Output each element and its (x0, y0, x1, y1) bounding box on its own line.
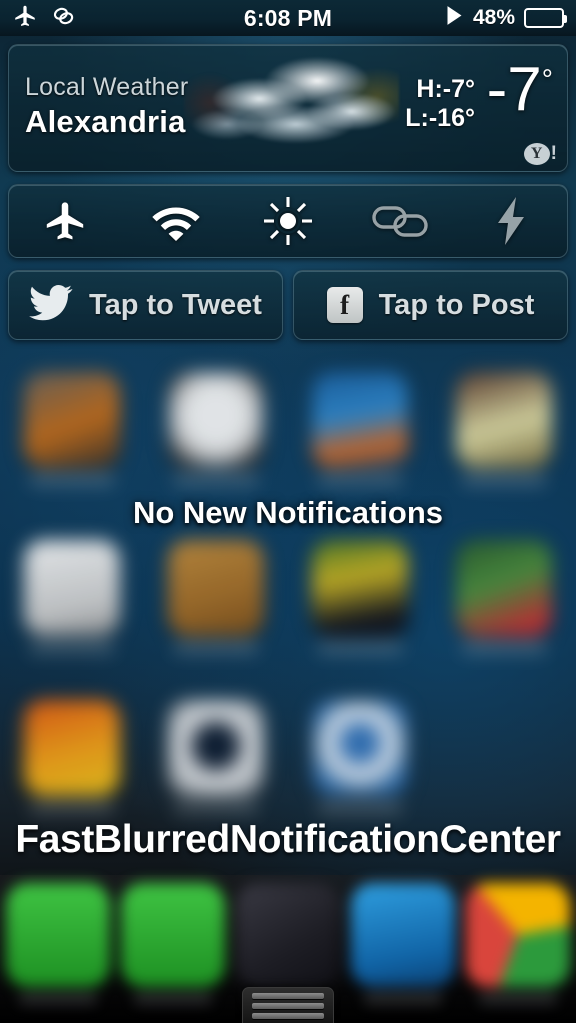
no-notifications-message: No New Notifications (132, 495, 443, 530)
yahoo-mark: Y (523, 143, 550, 165)
wifi-toggle[interactable] (121, 185, 233, 257)
airplane-icon (42, 198, 88, 244)
yahoo-logo: Y ! (523, 143, 557, 165)
tap-to-post-label: Tap to Post (378, 288, 535, 321)
dock-icons (0, 883, 576, 1004)
notification-center-screen: 6:08 PM 48% Local Weather Alexandria H:-… (0, 0, 576, 1023)
blurred-app-row-2 (0, 540, 576, 653)
weather-current-temperature: -7° (487, 59, 553, 121)
airplane-mode-toggle[interactable] (9, 185, 121, 257)
blurred-app-row-1 (0, 372, 576, 485)
yahoo-exclamation: ! (550, 143, 557, 164)
blurred-app-row-3 (0, 700, 576, 813)
link-toggle[interactable] (344, 185, 456, 257)
tap-to-tweet-button[interactable]: Tap to Tweet (8, 270, 283, 340)
status-bar-left (12, 3, 78, 34)
tap-to-post-button[interactable]: f Tap to Post (293, 270, 568, 340)
grabber-grip-line (252, 1013, 324, 1019)
tweak-title: FastBlurredNotificationCenter (15, 818, 561, 861)
link-icon (50, 4, 78, 33)
quick-toggles-panel (8, 184, 568, 258)
battery-icon (524, 8, 567, 28)
weather-high-label: H:-7° (416, 75, 475, 103)
dock-icon-folder[interactable] (235, 883, 340, 1004)
battery-percent-label: 48% (472, 6, 515, 29)
lightning-bolt-icon (495, 197, 527, 245)
link-chain-icon (371, 201, 429, 241)
notification-center-grabber[interactable] (242, 987, 334, 1023)
social-buttons-row: Tap to Tweet f Tap to Post (8, 270, 568, 340)
weather-temp-value: -7 (486, 55, 542, 124)
dock (0, 875, 576, 1023)
brightness-toggle[interactable] (232, 185, 344, 257)
weather-low-label: L:-16° (405, 103, 475, 132)
dock-icon-chrome[interactable] (466, 883, 571, 1004)
twitter-bird-icon (29, 284, 73, 327)
cloud-icon (184, 45, 399, 171)
flashlight-toggle[interactable] (455, 185, 567, 257)
weather-location-block: Local Weather Alexandria (25, 73, 188, 140)
wifi-icon (151, 201, 201, 241)
weather-degree-symbol: ° (541, 63, 553, 95)
weather-high-low: H:-7° L:-16° (405, 75, 475, 132)
grabber-grip-line (252, 993, 324, 999)
brightness-sun-icon (262, 195, 314, 247)
facebook-f-icon: f (326, 287, 363, 323)
weather-city-name: Alexandria (25, 104, 186, 139)
dock-icon-messages[interactable] (120, 883, 225, 1004)
dock-icon-blue-app[interactable] (351, 883, 456, 1004)
grabber-grip-line (252, 1003, 324, 1009)
status-bar: 6:08 PM 48% (0, 0, 576, 36)
weather-section-label: Local Weather (25, 73, 189, 101)
airplane-icon (12, 3, 38, 34)
dock-icon-phone[interactable] (5, 883, 110, 1004)
play-icon (445, 5, 464, 31)
tap-to-tweet-label: Tap to Tweet (89, 288, 262, 321)
status-bar-right: 48% (445, 5, 567, 31)
weather-widget[interactable]: Local Weather Alexandria H:-7° L:-16° -7… (8, 44, 568, 172)
